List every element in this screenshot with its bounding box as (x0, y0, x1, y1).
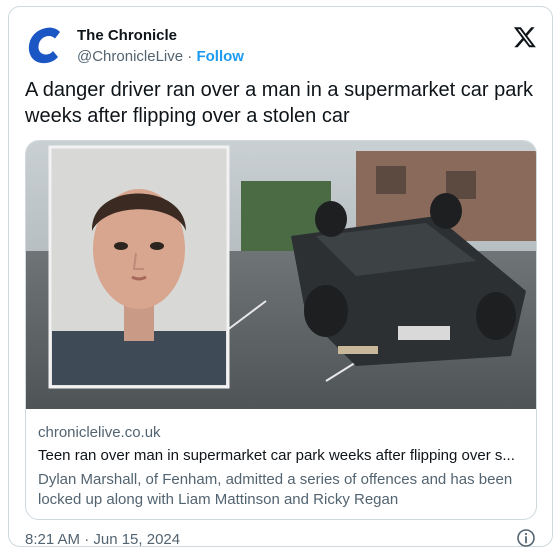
follow-button[interactable]: Follow (196, 48, 244, 65)
tweet-text: A danger driver ran over a man in a supe… (25, 79, 534, 127)
author-name[interactable]: The Chronicle (77, 27, 177, 44)
link-preview-image[interactable] (26, 141, 537, 409)
link-title[interactable]: Teen ran over man in supermarket car par… (38, 447, 526, 464)
link-description: Dylan Marshall, of Fenham, admitted a se… (38, 471, 513, 508)
info-icon[interactable] (516, 528, 536, 548)
tweet-embed-card: The Chronicle @ChronicleLive · Follow A … (8, 6, 553, 548)
author-handle[interactable]: @ChronicleLive (77, 48, 183, 65)
mugshot-photo (48, 145, 230, 389)
x-logo-icon[interactable] (513, 25, 537, 49)
author-meta: @ChronicleLive · Follow (77, 48, 244, 65)
link-preview-card[interactable]: chroniclelive.co.uk Teen ran over man in… (25, 140, 537, 520)
chronicle-logo-avatar[interactable] (25, 23, 69, 67)
tweet-timestamp[interactable]: 8:21 AM · Jun 15, 2024 (25, 531, 180, 548)
tweet-header: The Chronicle @ChronicleLive · Follow (25, 21, 537, 71)
meta-separator: · (183, 48, 197, 65)
link-domain[interactable]: chroniclelive.co.uk (38, 424, 161, 441)
